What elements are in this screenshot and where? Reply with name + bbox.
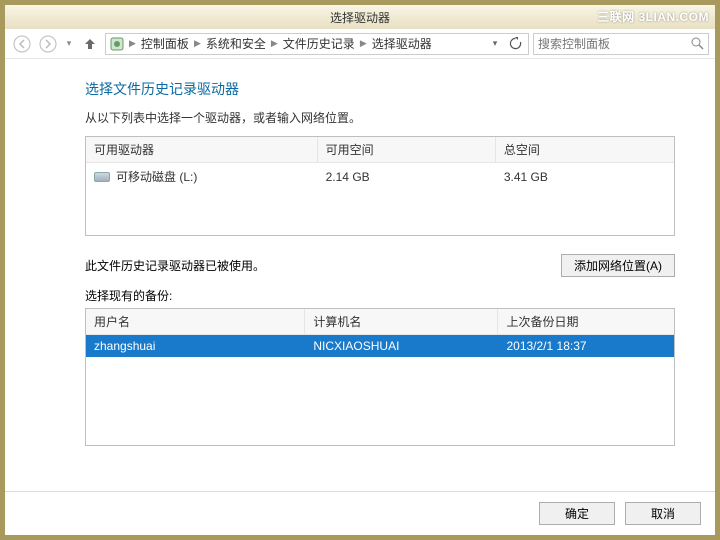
table-row[interactable]: zhangshuai NICXIAOSHUAI 2013/2/1 18:37 <box>86 335 674 357</box>
backup-date: 2013/2/1 18:37 <box>498 335 674 357</box>
titlebar: 选择驱动器 三联网 3LIAN.COM <box>5 5 715 29</box>
watermark: 三联网 3LIAN.COM <box>597 8 709 25</box>
dialog-footer: 确定 取消 <box>5 491 715 535</box>
breadcrumb-item[interactable]: 选择驱动器 <box>372 35 432 52</box>
breadcrumb-item[interactable]: 系统和安全 <box>206 35 266 52</box>
ok-button[interactable]: 确定 <box>539 502 615 525</box>
drive-total: 3.41 GB <box>496 163 674 190</box>
col-free-space[interactable]: 可用空间 <box>318 137 496 163</box>
chevron-right-icon: ▶ <box>359 38 368 49</box>
search-input[interactable] <box>538 37 678 51</box>
drive-used-note: 此文件历史记录驱动器已被使用。 <box>85 257 265 274</box>
drive-free: 2.14 GB <box>318 163 496 190</box>
content-area: 选择文件历史记录驱动器 从以下列表中选择一个驱动器，或者输入网络位置。 可用驱动… <box>5 59 715 491</box>
chevron-right-icon: ▶ <box>193 38 202 49</box>
window: 选择驱动器 三联网 3LIAN.COM ▾ ▶ 控制面板 ▶ 系统和安全 ▶ 文… <box>5 5 715 535</box>
breadcrumb-item[interactable]: 控制面板 <box>141 35 189 52</box>
table-row[interactable]: 可移动磁盘 (L:) 2.14 GB 3.41 GB <box>86 163 674 190</box>
refresh-button[interactable] <box>506 35 524 53</box>
control-panel-icon <box>110 37 124 51</box>
drive-name: 可移动磁盘 (L:) <box>116 168 197 185</box>
window-title: 选择驱动器 <box>330 9 390 26</box>
backup-computer: NICXIAOSHUAI <box>305 335 498 357</box>
drives-body: 可移动磁盘 (L:) 2.14 GB 3.41 GB <box>86 163 674 235</box>
chevron-right-icon: ▶ <box>128 38 137 49</box>
drives-header-row: 可用驱动器 可用空间 总空间 <box>86 137 674 163</box>
backups-table: 用户名 计算机名 上次备份日期 zhangshuai NICXIAOSHUAI … <box>85 308 675 446</box>
backups-body: zhangshuai NICXIAOSHUAI 2013/2/1 18:37 <box>86 335 674 445</box>
search-box[interactable] <box>533 33 709 55</box>
search-icon[interactable] <box>691 37 704 50</box>
address-bar[interactable]: ▶ 控制面板 ▶ 系统和安全 ▶ 文件历史记录 ▶ 选择驱动器 ▾ <box>105 33 529 55</box>
up-button[interactable] <box>79 33 101 55</box>
page-instruction: 从以下列表中选择一个驱动器，或者输入网络位置。 <box>85 109 675 126</box>
page-heading: 选择文件历史记录驱动器 <box>85 79 675 99</box>
drive-icon <box>94 172 110 182</box>
forward-button[interactable] <box>37 33 59 55</box>
add-network-location-button[interactable]: 添加网络位置(A) <box>561 254 675 277</box>
chevron-right-icon: ▶ <box>270 38 279 49</box>
backups-header-row: 用户名 计算机名 上次备份日期 <box>86 309 674 335</box>
col-drive-name[interactable]: 可用驱动器 <box>86 137 318 163</box>
navbar: ▾ ▶ 控制面板 ▶ 系统和安全 ▶ 文件历史记录 ▶ 选择驱动器 ▾ <box>5 29 715 59</box>
col-user[interactable]: 用户名 <box>86 309 305 335</box>
backup-user: zhangshuai <box>86 335 305 357</box>
existing-backups-label: 选择现有的备份: <box>85 287 675 304</box>
cancel-button[interactable]: 取消 <box>625 502 701 525</box>
col-total-space[interactable]: 总空间 <box>496 137 674 163</box>
drives-table: 可用驱动器 可用空间 总空间 可移动磁盘 (L:) 2.14 GB 3.41 G… <box>85 136 675 236</box>
back-button[interactable] <box>11 33 33 55</box>
recent-dropdown[interactable]: ▾ <box>63 33 75 55</box>
address-dropdown[interactable]: ▾ <box>486 35 504 53</box>
breadcrumb-item[interactable]: 文件历史记录 <box>283 35 355 52</box>
col-computer[interactable]: 计算机名 <box>305 309 498 335</box>
col-date[interactable]: 上次备份日期 <box>498 309 674 335</box>
